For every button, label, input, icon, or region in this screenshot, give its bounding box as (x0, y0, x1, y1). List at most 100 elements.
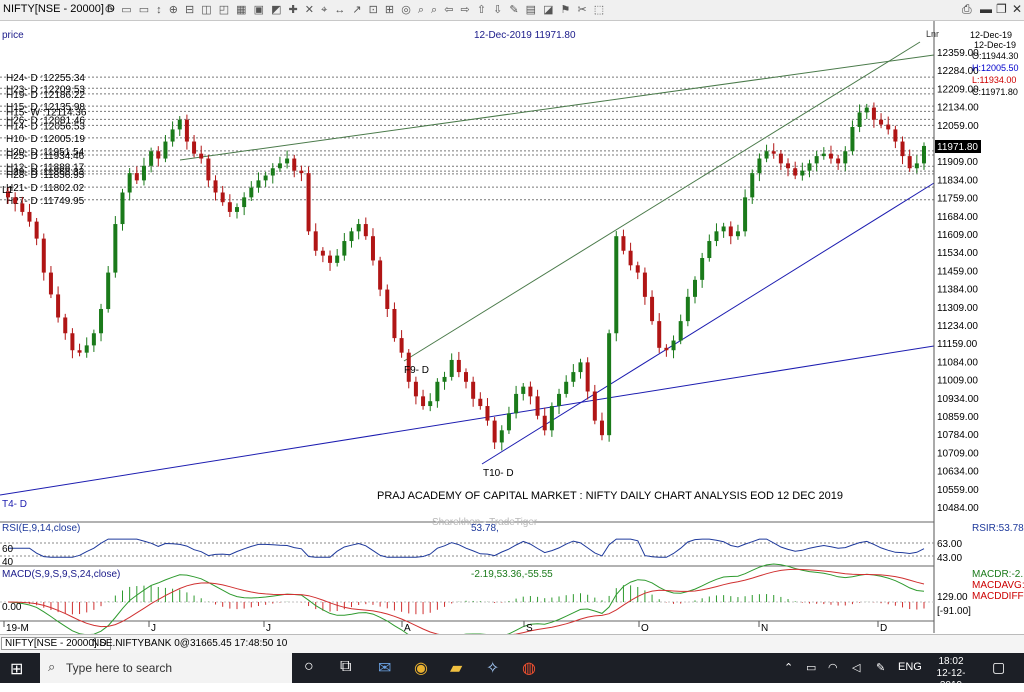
chart-caption: PRAJ ACADEMY OF CAPITAL MARKET : NIFTY D… (377, 490, 843, 502)
channel-line-f9 (403, 41, 921, 362)
toolbar-icons[interactable]: ⟳ ▭ ▭ ↕ ⊕ ⊟ ◫ ◰ ▦ ▣ ◩ ✚ ✕ ⌖ ↔ ↗ ⊡ ⊞ ◎ ⌕ … (105, 3, 606, 17)
candle-body (156, 151, 161, 159)
price-axis-label: 10784.00 (937, 430, 979, 441)
candle-body (127, 173, 132, 193)
price-axis-label: 12059.00 (937, 121, 979, 132)
candle-body (793, 168, 798, 176)
time-axis-label: J (266, 623, 271, 634)
candle-body (392, 308, 397, 339)
time-axis-label: S (526, 623, 533, 634)
candle-body (693, 279, 697, 297)
taskbar: ⊞ ⌕ Type here to search ○ ⧉ ✉ ◉ ▰ ✧ ◍ ⌃ … (0, 653, 1024, 691)
candle-body (285, 158, 290, 164)
clock-date: 12-12-2019 (936, 668, 966, 691)
print-icon[interactable]: ⎙ (962, 2, 972, 17)
language-label[interactable]: ENG (898, 661, 922, 673)
candle-body (206, 158, 211, 181)
candle-body (70, 333, 75, 351)
trend-lines (0, 41, 935, 496)
candle-body (914, 163, 919, 169)
time-axis-label: O (641, 623, 649, 634)
macd-line (7, 563, 925, 645)
mail-icon[interactable]: ✉ (378, 658, 391, 678)
wifi-icon[interactable]: ◠ (828, 661, 838, 674)
windows-start-icon[interactable]: ⊞ (10, 659, 23, 679)
candle-body (478, 398, 483, 407)
candle-body (564, 381, 569, 394)
level-label: H19- D :12186.22 (6, 90, 85, 101)
candle-body (385, 289, 390, 309)
candle-body (270, 168, 275, 176)
search-placeholder: Type here to search (66, 661, 173, 675)
ohlc-date: 12-Dec-19 (970, 30, 1012, 40)
macd-label: MACD(S,9,S,9,S,24,close) (2, 569, 120, 580)
app-icon[interactable]: ◍ (522, 658, 536, 678)
label-l1: L1 (2, 185, 14, 196)
candle-body (99, 308, 104, 334)
candle-body (879, 119, 884, 125)
price-axis-label: 11084.00 (937, 357, 978, 368)
trend-line-t4 (0, 345, 935, 496)
candle-body (163, 141, 168, 159)
price-axis-label: 10859.00 (937, 412, 979, 423)
cortana-icon[interactable]: ○ (304, 658, 314, 676)
time-axis-label: A (404, 623, 411, 634)
clock[interactable]: 18:02 12-12-2019 (927, 656, 975, 692)
network-icon[interactable]: ▭ (806, 661, 816, 674)
scale-mode[interactable]: Lnr (926, 29, 939, 39)
time-axis: 19-M J J A S O N D (3, 621, 887, 634)
close-icon[interactable]: ✕ (1012, 2, 1022, 16)
search-icon: ⌕ (48, 659, 56, 674)
minimize-icon[interactable]: ▬ (980, 2, 992, 16)
pen-icon[interactable]: ✎ (876, 661, 885, 674)
candle-body (571, 372, 576, 382)
price-axis-label: 10934.00 (937, 394, 979, 405)
price-axis-label: 11834.00 (937, 175, 978, 186)
tray-chevron-icon[interactable]: ⌃ (784, 661, 793, 674)
candle-body (828, 153, 833, 159)
candle-body (599, 420, 604, 436)
candle-body (292, 158, 297, 171)
candle-body (650, 296, 655, 322)
clock-time: 18:02 (938, 656, 964, 667)
candle-body (557, 393, 562, 407)
candle-body (607, 333, 612, 436)
rsi-axis-low: 43.00 (937, 553, 962, 564)
candle-body (242, 197, 247, 208)
cursor-readout: 12-Dec-2019 11971.80 (474, 30, 576, 41)
chart-area[interactable]: H24- D :12255.34 H23- D :12209.53 H19- D :… (0, 21, 1024, 645)
candle-body (635, 265, 640, 273)
price-axis-label: 11459.00 (937, 266, 978, 277)
tradetiger-icon[interactable]: ✧ (486, 658, 499, 678)
notification-icon[interactable]: ▢ (992, 659, 1005, 676)
candle-body (263, 175, 268, 181)
candle-body (13, 197, 18, 204)
candle-body (549, 406, 554, 431)
candle-body (492, 420, 497, 443)
candle-body (106, 272, 111, 309)
restore-icon[interactable]: ❐ (996, 2, 1007, 16)
price-chart[interactable]: H24- D :12255.34H23- D :12209.53H19- D :… (0, 21, 1024, 645)
candle-body (77, 350, 82, 353)
level-label: H21- D :11802.02 (6, 183, 85, 194)
candle-body (421, 396, 426, 407)
sheet-tabs: NIFTY[NSE - 20000] D NSE.NIFTYBANK 0@316… (0, 634, 1024, 653)
ohlc-close: C:11971.80 (972, 87, 1018, 97)
file-explorer-icon[interactable]: ▰ (450, 658, 462, 678)
candle-body (328, 255, 333, 263)
candle-body (370, 236, 375, 261)
taskbar-search[interactable]: ⌕ Type here to search (40, 653, 292, 683)
level-label: H24- D :12255.34 (6, 73, 85, 84)
candle-body (621, 236, 626, 251)
candle-body (378, 260, 383, 290)
candle-body (821, 153, 826, 157)
volume-icon[interactable]: ◁ (852, 661, 860, 674)
candle-body (170, 129, 175, 142)
rsi-line (8, 538, 925, 558)
candle-body (220, 192, 225, 203)
candle-body (907, 156, 912, 169)
candle-body (514, 393, 519, 414)
task-view-icon[interactable]: ⧉ (340, 658, 351, 676)
chrome-icon[interactable]: ◉ (414, 658, 428, 678)
candle-body (857, 112, 862, 127)
